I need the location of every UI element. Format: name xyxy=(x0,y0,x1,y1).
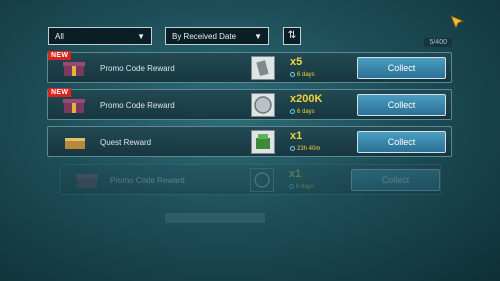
reward-quantity: x1 xyxy=(290,130,303,142)
reward-quantity: x5 xyxy=(290,56,303,68)
timer-text: 6 days xyxy=(296,184,314,190)
reward-quantity: x1 xyxy=(289,168,302,180)
reward-row: Quest Reward x1 23h 40m Collect xyxy=(47,126,452,157)
mail-count: 5/400 xyxy=(424,38,452,47)
gift-box-icon xyxy=(76,174,98,188)
sort-dropdown[interactable]: By Received Date ▼ xyxy=(165,27,269,45)
reward-item-slot[interactable] xyxy=(251,93,275,117)
reward-timer: 6 days xyxy=(290,72,315,78)
clock-icon xyxy=(290,72,295,77)
reward-timer: 6 days xyxy=(289,184,314,190)
new-badge: NEW xyxy=(48,51,72,60)
type-filter-dropdown[interactable]: All ▼ xyxy=(48,27,152,45)
reward-quantity: x200K xyxy=(290,93,323,105)
collect-button[interactable]: Collect xyxy=(357,131,446,153)
gift-box-icon xyxy=(63,99,85,113)
new-badge: NEW xyxy=(48,88,72,97)
reward-title: Promo Code Reward xyxy=(100,101,175,110)
sort-value: By Received Date xyxy=(172,32,237,41)
silver-coin-icon xyxy=(254,96,272,114)
clock-icon xyxy=(289,184,294,189)
sort-order-button[interactable]: ⇅ xyxy=(283,27,301,45)
reward-item-slot[interactable] xyxy=(251,130,275,154)
timer-text: 23h 40m xyxy=(297,146,321,152)
type-filter-value: All xyxy=(55,32,64,41)
metal-plate-icon xyxy=(256,60,269,77)
reward-item-slot[interactable] xyxy=(250,168,274,192)
timer-text: 6 days xyxy=(297,72,315,78)
clock-icon xyxy=(290,146,295,151)
reward-timer: 23h 40m xyxy=(290,146,320,152)
chevron-down-icon: ▼ xyxy=(254,32,262,41)
collect-button[interactable]: Collect xyxy=(357,94,446,116)
scroll-chest-icon xyxy=(65,138,85,149)
speed-up-icon xyxy=(254,172,270,188)
reward-item-slot[interactable] xyxy=(251,56,275,80)
reward-timer: 6 days xyxy=(290,109,315,115)
sort-order-icon: ⇅ xyxy=(287,30,297,41)
clock-icon xyxy=(290,109,295,114)
reward-title: Promo Code Reward xyxy=(100,64,175,73)
reward-title: Promo Code Reward xyxy=(110,176,185,185)
collect-button[interactable]: Collect xyxy=(351,169,440,191)
chevron-down-icon: ▼ xyxy=(137,32,145,41)
reward-title: Quest Reward xyxy=(100,138,152,147)
collect-button[interactable]: Collect xyxy=(357,57,446,79)
timer-text: 6 days xyxy=(297,109,315,115)
faded-placeholder xyxy=(165,209,265,227)
gift-box-icon xyxy=(63,62,85,76)
reward-row: NEW Promo Code Reward x5 6 days Collect xyxy=(47,51,452,83)
green-crate-icon xyxy=(256,134,270,149)
filter-toolbar: All ▼ By Received Date ▼ ⇅ 5/400 xyxy=(48,27,452,47)
reward-row: NEW Promo Code Reward x200K 6 days Colle… xyxy=(47,88,452,120)
reward-row: Promo Code Reward x1 6 days Collect xyxy=(60,164,441,195)
